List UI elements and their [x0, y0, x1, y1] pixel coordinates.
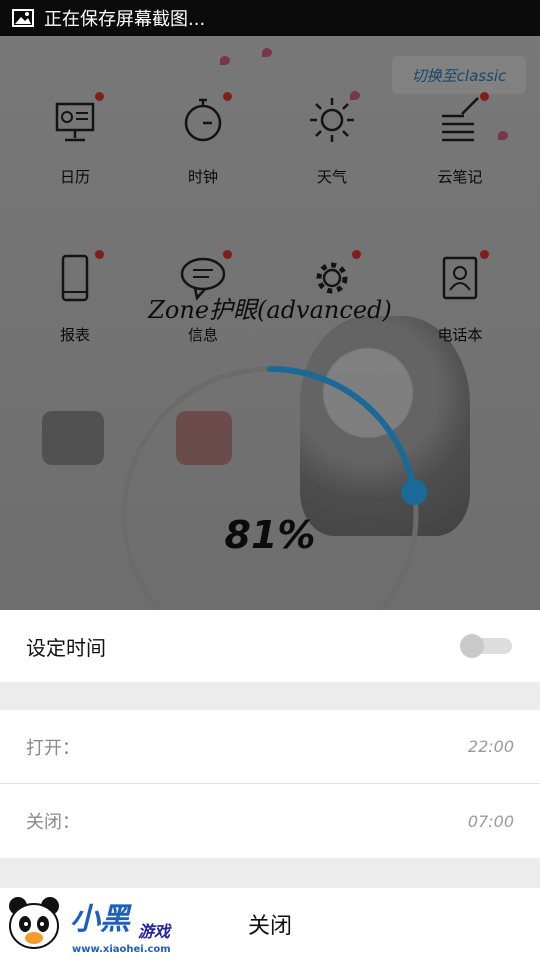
level-arc	[267, 366, 418, 496]
watermark-brand: 小黑	[70, 902, 130, 937]
status-bar: 正在保存屏幕截图...	[0, 0, 540, 36]
close-time-label: 关闭：	[26, 812, 80, 833]
close-time-row[interactable]: 关闭： 07:00	[0, 784, 540, 858]
set-time-row[interactable]: 设定时间	[0, 610, 540, 682]
watermark-url: www.xiaohei.com	[72, 944, 171, 955]
set-time-label: 设定时间	[26, 635, 106, 660]
level-ring[interactable]	[100, 345, 440, 610]
close-button[interactable]: 关闭	[200, 900, 340, 948]
level-percent: 81%	[224, 513, 316, 557]
toggle-knob	[460, 634, 484, 658]
image-icon	[12, 9, 34, 27]
open-time-label: 打开：	[26, 737, 80, 759]
panda-mascot-icon	[9, 897, 59, 949]
dialog-title: Zone护眼(advanced)	[148, 296, 392, 324]
level-knob[interactable]	[401, 479, 428, 506]
notification-text: 正在保存屏幕截图...	[44, 9, 206, 30]
level-ring-graphic[interactable]	[100, 345, 440, 610]
open-time-value: 22:00	[467, 737, 514, 756]
set-time-toggle[interactable]	[460, 634, 514, 658]
open-time-row[interactable]: 打开： 22:00	[0, 710, 540, 784]
watermark-brand-sub: 游戏	[138, 922, 171, 941]
close-time-value: 07:00	[467, 811, 514, 831]
watermark-logo: 小黑 游戏 www.xiaohei.com	[0, 888, 200, 960]
